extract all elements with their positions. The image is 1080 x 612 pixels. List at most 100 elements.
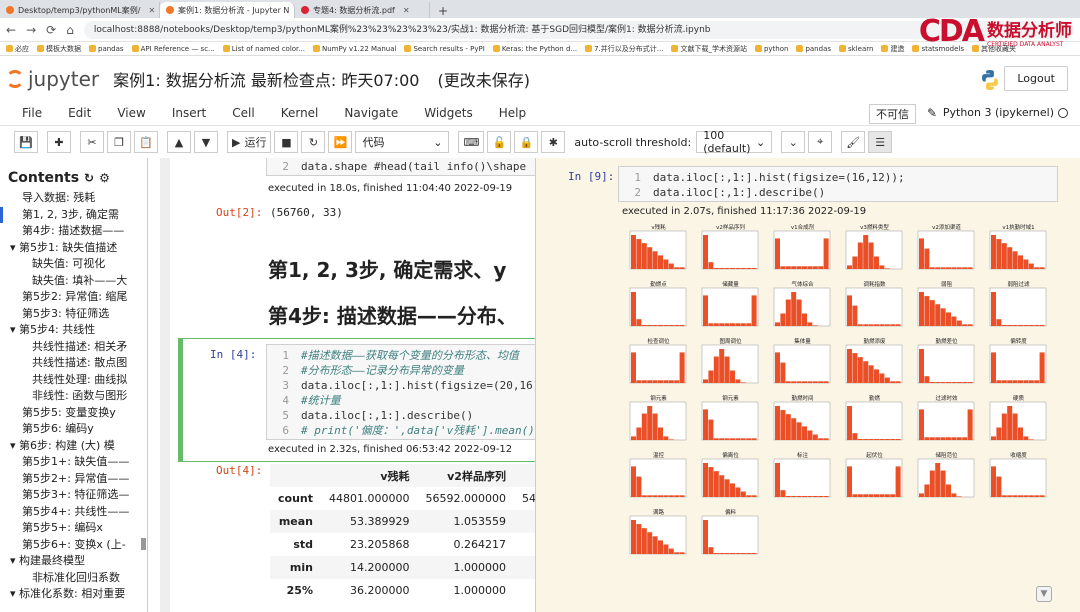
menu-insert[interactable]: Insert — [172, 106, 206, 120]
bookmark[interactable]: 7.并行以及分布式计... — [585, 44, 663, 54]
format-button[interactable]: 🖌 — [841, 131, 866, 153]
toc-item[interactable]: 第5步5: 变量变换y — [0, 405, 147, 422]
toc-item[interactable]: 第5步3: 特征筛选 — [0, 306, 147, 323]
menu-file[interactable]: File — [22, 106, 42, 120]
toc-item[interactable]: ▾ 第6步: 构建 (大) 模 — [0, 438, 147, 455]
trusted-indicator[interactable]: 不可信 — [869, 104, 916, 124]
target-button[interactable]: ⌖ — [808, 131, 833, 153]
toc-item[interactable]: 共线性处理: 曲线拟 — [0, 372, 147, 389]
asterisk-button[interactable]: ✱ — [541, 131, 566, 153]
bookmark[interactable]: API Reference — sc... — [131, 45, 215, 53]
bookmark[interactable]: Search results - PyPI — [404, 45, 485, 53]
toc-item[interactable]: 第5步3+: 特征筛选— — [0, 487, 147, 504]
bookmark[interactable]: pandas — [89, 45, 124, 53]
interrupt-button[interactable]: ■ — [274, 131, 299, 153]
unlock-button[interactable]: 🔓 — [487, 131, 512, 153]
lock-button[interactable]: 🔒 — [514, 131, 539, 153]
browser-tab[interactable]: Desktop/temp3/pythonML案例/ ✕ — [0, 2, 160, 18]
menu-cell[interactable]: Cell — [232, 106, 254, 120]
new-tab-icon[interactable]: + — [430, 4, 456, 18]
toc-item[interactable]: ▾ 第5步1: 缺失值描述 — [0, 240, 147, 257]
autoscroll-select[interactable]: 100 (default) ⌄ — [696, 129, 773, 155]
close-icon[interactable]: ✕ — [148, 6, 155, 15]
jupyter-logo[interactable]: jupyter — [6, 67, 99, 91]
histogram-bar — [746, 552, 752, 554]
bookmark[interactable]: pandas — [796, 45, 831, 53]
copy-button[interactable]: ❐ — [107, 131, 131, 153]
menu-view[interactable]: View — [117, 106, 145, 120]
code-cell-input[interactable]: 1 #描述数据——获取每个变量的分布形态、均值 2 #分布形态——记录分布异常的变量 3… — [266, 344, 538, 440]
save-button[interactable]: 💾 — [14, 131, 38, 153]
histogram-bar — [956, 267, 962, 269]
toc-item[interactable]: 第5步6+: 变换x (上- — [0, 537, 147, 554]
bookmark[interactable]: NumPy v1.22 Manual — [312, 45, 396, 53]
move-up-button[interactable]: ▲ — [167, 131, 191, 153]
histogram-bar — [812, 495, 818, 497]
toc-item[interactable]: 第5步6: 编码y — [0, 421, 147, 438]
toc-item[interactable]: 第4步: 描述数据—— — [0, 223, 147, 240]
menu-edit[interactable]: Edit — [68, 106, 91, 120]
restart-run-all-button[interactable]: ⏩ — [328, 131, 353, 153]
bookmark[interactable]: 必应 — [6, 44, 29, 54]
command-palette-button[interactable]: ⌨ — [458, 131, 485, 153]
histogram-bar — [1023, 436, 1029, 440]
folder-icon — [839, 45, 847, 52]
toc-item[interactable]: 第5步2: 异常值: 缩尾 — [0, 289, 147, 306]
insert-cell-button[interactable]: ✚ — [47, 131, 71, 153]
toc-item[interactable]: ▾ 构建最终模型 — [0, 553, 147, 570]
toc-item[interactable]: 共线性描述: 散点图 — [0, 355, 147, 372]
paste-button[interactable]: 📋 — [134, 131, 158, 153]
toc-item[interactable]: 第1, 2, 3步, 确定需 — [0, 206, 147, 223]
pencil-icon[interactable]: ✎ — [927, 106, 937, 120]
browser-tab[interactable]: 专题4: 数据分析流.pdf ✕ — [295, 2, 430, 18]
menu-navigate[interactable]: Navigate — [344, 106, 398, 120]
run-button[interactable]: ▶ 运行 — [227, 131, 272, 153]
toc-scrollbar[interactable] — [141, 538, 146, 550]
close-icon[interactable]: ✕ — [403, 6, 410, 15]
cell-type-select[interactable]: 代码 ⌄ — [355, 131, 450, 153]
toc-item[interactable]: 缺失值: 填补——大 — [0, 273, 147, 290]
toc-item[interactable]: 非线性: 函数与图形 — [0, 388, 147, 405]
histogram-plot — [845, 287, 903, 327]
bookmark[interactable]: sklearn — [839, 45, 873, 53]
back-icon[interactable]: ← — [6, 23, 16, 37]
toc-item[interactable]: 导入数据: 残耗 — [0, 190, 147, 207]
collapse-button[interactable]: ⌄ — [781, 131, 806, 153]
bookmark[interactable]: 文献下载_学术资源站 — [671, 44, 747, 54]
histogram-bar — [1018, 255, 1023, 269]
browser-tab-active[interactable]: 案例1: 数据分析流 - Jupyter N✕ — [160, 2, 295, 18]
toc-item[interactable]: 第5步4+: 共线性—— — [0, 504, 147, 521]
histogram-subplot: 满路 — [626, 508, 691, 564]
toc-item[interactable]: 共线性描述: 相关矛 — [0, 339, 147, 356]
menu-help[interactable]: Help — [499, 106, 526, 120]
toc-button[interactable]: ☰ — [868, 131, 893, 153]
restart-button[interactable]: ↻ — [301, 131, 326, 153]
bookmark[interactable]: 建造 — [881, 44, 904, 54]
notebook-title[interactable]: 案例1: 数据分析流 最新检查点: 昨天07:00 — [113, 67, 419, 91]
bookmark[interactable]: List of named color... — [222, 45, 305, 53]
logout-button[interactable]: Logout — [1004, 66, 1068, 91]
scroll-to-bottom-icon[interactable]: ▼ — [1036, 586, 1052, 602]
reload-icon[interactable]: ⟳ — [46, 23, 56, 37]
forward-icon[interactable]: → — [26, 23, 36, 37]
toc-item[interactable]: 第5步2+: 异常值—— — [0, 471, 147, 488]
toc-item[interactable]: 非标准化回归系数 — [0, 570, 147, 587]
toc-item[interactable]: ▾ 第5步4: 共线性 — [0, 322, 147, 339]
bookmark[interactable]: Keras: the Python d... — [492, 45, 577, 53]
cut-button[interactable]: ✂ — [80, 131, 104, 153]
menu-kernel[interactable]: Kernel — [281, 106, 319, 120]
code-cell-input[interactable]: 1 data.iloc[:,1:].hist(figsize=(16,12)); 2… — [618, 166, 1058, 202]
bookmark[interactable]: 模板大数据 — [37, 44, 81, 54]
toc-item[interactable]: 第5步5+: 编码x — [0, 520, 147, 537]
toc-item[interactable]: 第5步1+: 缺失值—— — [0, 454, 147, 471]
code-cell-input[interactable]: 2 data.shape #head(tail info()\shape — [266, 158, 538, 176]
gear-icon[interactable]: ⚙ — [99, 171, 110, 185]
bookmark-icon — [89, 45, 96, 52]
refresh-icon[interactable]: ↻ — [84, 171, 94, 185]
home-icon[interactable]: ⌂ — [66, 23, 74, 37]
toc-item[interactable]: 缺失值: 可视化 — [0, 256, 147, 273]
bookmark[interactable]: python — [754, 45, 788, 53]
move-down-button[interactable]: ▼ — [194, 131, 218, 153]
toc-item[interactable]: ▾ 标准化系数: 相对重要 — [0, 586, 147, 603]
menu-widgets[interactable]: Widgets — [424, 106, 473, 120]
